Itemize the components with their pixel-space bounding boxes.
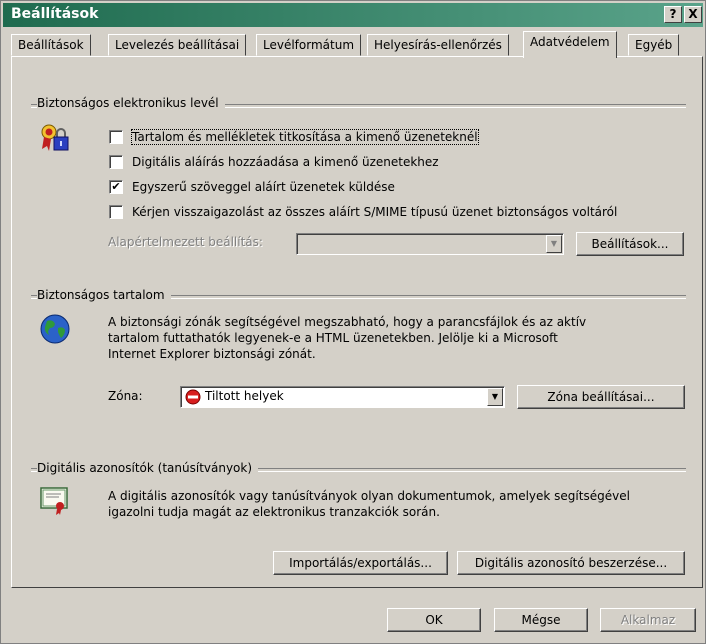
chevron-down-icon[interactable]: ▼ — [546, 235, 562, 253]
apply-button[interactable]: Alkalmaz — [600, 608, 696, 632]
chevron-down-icon[interactable]: ▼ — [487, 388, 503, 406]
clear-text-signed-checkbox-box[interactable]: ✔ — [109, 179, 123, 194]
options-dialog: Beállítások ? X Beállítások Levelezés be… — [0, 0, 706, 644]
help-button[interactable]: ? — [664, 6, 682, 23]
encrypt-checkbox[interactable]: Tartalom és mellékletek titkosítása a ki… — [109, 127, 479, 147]
ok-button[interactable]: OK — [387, 608, 481, 632]
zone-settings-button[interactable]: Zóna beállításai... — [517, 385, 685, 409]
tab-mail-settings[interactable]: Levelezés beállításai — [108, 34, 247, 56]
clear-text-signed-checkbox[interactable]: ✔ Egyszerű szöveggel aláírt üzenetek küld… — [109, 177, 395, 197]
zone-select[interactable]: Tiltott helyek ▼ — [180, 386, 505, 408]
window-title: Beállítások — [11, 6, 99, 22]
title-bar: Beállítások ? X — [3, 3, 703, 27]
digital-ids-label: Digitális azonosítók (tanúsítványok) — [37, 461, 259, 475]
zone-value: Tiltott helyek — [205, 389, 284, 403]
certificate-icon — [39, 484, 71, 516]
import-export-button[interactable]: Importálás/exportálás... — [273, 551, 448, 575]
tab-security[interactable]: Adatvédelem — [523, 31, 617, 58]
globe-icon — [39, 313, 71, 345]
tab-strip: Beállítások Levelezés beállításai Levélf… — [11, 31, 701, 58]
cancel-button[interactable]: Mégse — [494, 608, 588, 632]
secure-content-description-line: A biztonsági zónák segítségével megszabh… — [108, 315, 587, 329]
sign-checkbox[interactable]: Digitális aláírás hozzáadása a kimenő üz… — [109, 152, 439, 172]
secure-content-description-line: Internet Explorer biztonsági zónát. — [108, 347, 316, 361]
secure-content-description: A biztonsági zónák segítségével megszabh… — [108, 314, 586, 362]
tab-general[interactable]: Beállítások — [11, 34, 91, 56]
clear-text-signed-checkbox-label: Egyszerű szöveggel aláírt üzenetek küldé… — [132, 180, 395, 194]
default-setting-label: Alapértelmezett beállítás: — [108, 235, 263, 249]
tab-spelling[interactable]: Helyesírás-ellenőrzés — [367, 34, 509, 56]
default-setting-select[interactable]: ▼ — [296, 233, 564, 255]
secure-mail-lock-icon — [39, 122, 71, 154]
settings-button[interactable]: Beállítások... — [576, 232, 684, 256]
digital-ids-description-line: A digitális azonosítók vagy tanúsítványo… — [108, 489, 630, 503]
encrypt-checkbox-box[interactable] — [109, 129, 123, 144]
receipt-checkbox-box[interactable] — [109, 204, 123, 219]
secure-content-description-line: tartalom futtathatók legyenek-e a HTML ü… — [108, 331, 558, 345]
get-digital-id-button[interactable]: Digitális azonosító beszerzése... — [457, 551, 685, 575]
receipt-checkbox-label: Kérjen visszaigazolást az összes aláírt … — [132, 205, 618, 219]
receipt-checkbox[interactable]: Kérjen visszaigazolást az összes aláírt … — [109, 202, 617, 222]
sign-checkbox-box[interactable] — [109, 154, 123, 169]
tab-mail-format[interactable]: Levélformátum — [256, 34, 362, 56]
digital-ids-description-line: igazolni tudja magát az elektronikus tra… — [108, 505, 440, 519]
close-button[interactable]: X — [684, 6, 702, 23]
zone-label: Zóna: — [108, 389, 143, 403]
digital-ids-description: A digitális azonosítók vagy tanúsítványo… — [108, 488, 630, 520]
secure-mail-label: Biztonságos elektronikus levél — [37, 96, 225, 110]
encrypt-checkbox-label: Tartalom és mellékletek titkosítása a ki… — [131, 129, 479, 145]
sign-checkbox-label: Digitális aláírás hozzáadása a kimenő üz… — [132, 155, 439, 169]
no-entry-icon — [185, 389, 201, 405]
secure-content-label: Biztonságos tartalom — [37, 288, 171, 302]
tab-other[interactable]: Egyéb — [628, 34, 680, 56]
